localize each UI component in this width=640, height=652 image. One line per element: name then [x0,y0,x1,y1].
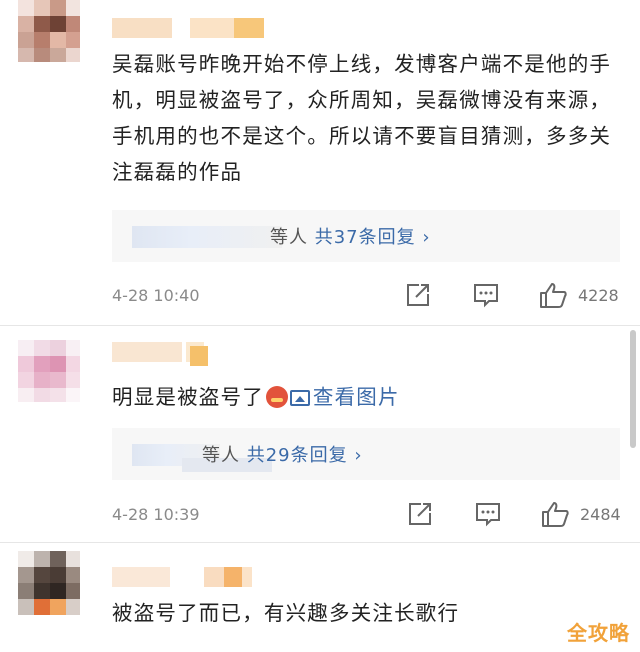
image-icon [289,390,310,406]
replies-count-link[interactable]: 共29条回复 › [247,445,363,466]
replies-users-suffix: 等人 [270,227,308,248]
repost-icon[interactable] [406,500,434,528]
replies-box[interactable]: 等人 共37条回复 › [112,210,620,262]
repost-icon[interactable] [404,281,432,309]
comment-item: 吴磊账号昨晚开始不停上线，发博客户端不是他的手机，明显被盗号了，众所周知，吴磊微… [0,0,640,325]
scrollbar[interactable] [630,330,636,448]
comment-meta: 4-28 10:39 2484 [112,500,622,530]
thumbs-up-icon[interactable] [538,281,568,309]
like-count: 2484 [580,505,621,524]
comment-text-line: 明显是被盗号了 查看图片 [112,379,622,415]
comment-text: 明显是被盗号了 [112,385,264,409]
comment-text: 被盗号了而已，有兴趣多关注长歌行 [112,601,460,625]
replies-box[interactable]: 等人 共29条回复 › [112,428,620,480]
watermark-logo: 全攻略 [567,621,630,645]
comment-meta: 4-28 10:40 4228 [112,281,622,311]
comment-item: 明显是被盗号了 查看图片 等人 共29条回复 › 4-28 10:39 2484 [0,326,640,542]
angry-face-emoji-icon [265,386,288,408]
comment-icon[interactable] [472,281,500,309]
replies-users-suffix: 等人 [202,445,240,466]
username-blurred[interactable] [112,18,272,38]
username-blurred[interactable] [112,567,272,587]
comment-time: 4-28 10:39 [112,505,200,524]
view-pictures-link[interactable]: 查看图片 [289,385,400,409]
blurred-reply-users [132,226,282,248]
username-blurred[interactable] [112,342,272,366]
avatar[interactable] [18,340,80,402]
replies-count-link[interactable]: 共37条回复 › [315,227,431,248]
comment-time: 4-28 10:40 [112,286,200,305]
avatar[interactable] [18,551,80,623]
thumbs-up-icon[interactable] [540,500,570,528]
comment-text: 吴磊账号昨晚开始不停上线，发博客户端不是他的手机，明显被盗号了，众所周知，吴磊微… [112,52,612,184]
comment-icon[interactable] [474,500,502,528]
like-count: 4228 [578,286,619,305]
avatar[interactable] [18,0,80,62]
comment-item: 被盗号了而已，有兴趣多关注长歌行 [0,543,640,652]
